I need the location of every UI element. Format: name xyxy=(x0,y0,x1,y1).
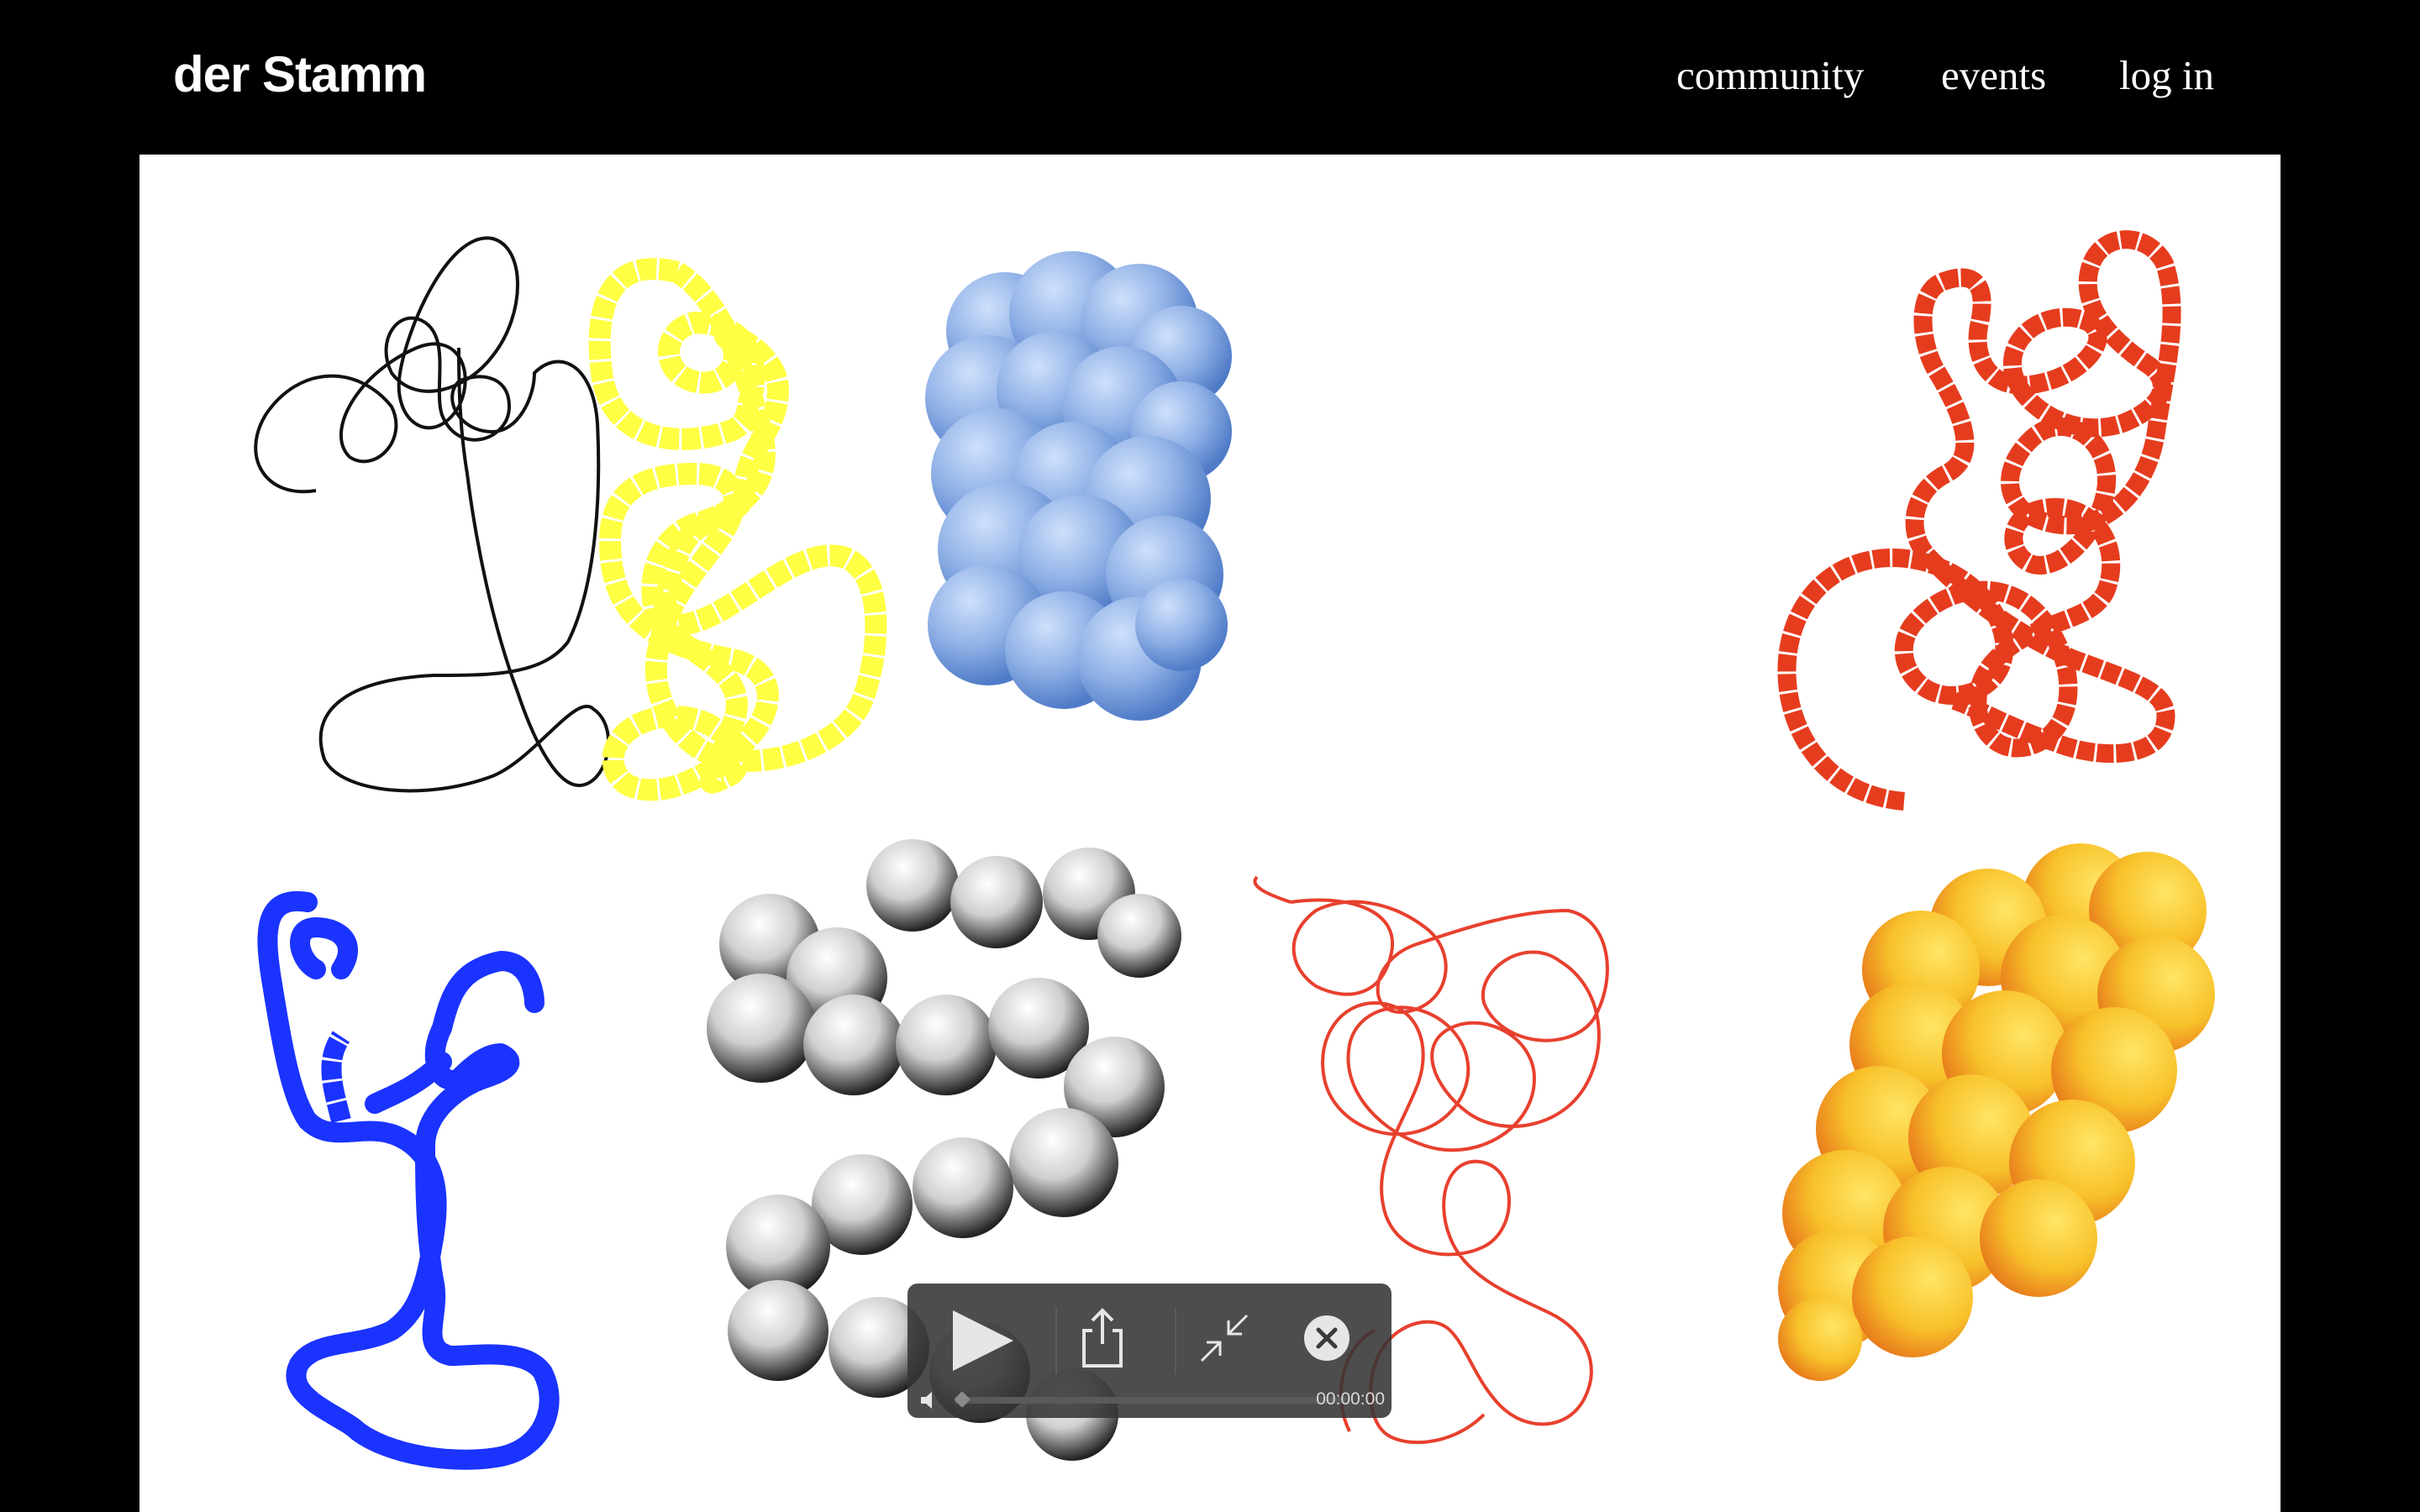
exit-fullscreen-icon xyxy=(1200,1314,1249,1362)
scrubber-handle[interactable] xyxy=(954,1391,971,1408)
video-player-controls: 00:00:00 xyxy=(908,1284,1392,1418)
nav-link-community[interactable]: community xyxy=(1676,49,1864,102)
share-icon xyxy=(1082,1308,1123,1368)
volume-button[interactable] xyxy=(919,1391,939,1410)
play-icon xyxy=(953,1310,1013,1371)
close-icon xyxy=(1304,1315,1349,1361)
artwork-yellow-tube[interactable] xyxy=(1778,843,2215,1381)
artwork-red-line[interactable] xyxy=(1777,230,2181,811)
progress-scrubber[interactable] xyxy=(955,1397,1349,1404)
close-button[interactable] xyxy=(1302,1314,1351,1362)
artwork-black-line[interactable] xyxy=(254,236,611,793)
site-logo[interactable]: der Stamm xyxy=(173,44,427,106)
nav-link-events[interactable]: events xyxy=(1941,49,2046,102)
separator xyxy=(1175,1307,1176,1374)
play-button[interactable] xyxy=(944,1305,1025,1376)
time-display: 00:00:00 xyxy=(1316,1389,1385,1409)
artwork-blue-tube[interactable] xyxy=(925,251,1232,721)
top-navigation-bar: der Stamm community events log in xyxy=(0,0,2420,155)
artwork-blue-line[interactable] xyxy=(257,890,560,1470)
artwork-yellow-line[interactable] xyxy=(588,258,887,801)
exit-fullscreen-button[interactable] xyxy=(1198,1312,1250,1364)
volume-icon xyxy=(921,1392,932,1409)
separator xyxy=(1055,1307,1057,1374)
nav-link-log-in[interactable]: log in xyxy=(2119,49,2214,102)
share-button[interactable] xyxy=(1077,1305,1128,1369)
